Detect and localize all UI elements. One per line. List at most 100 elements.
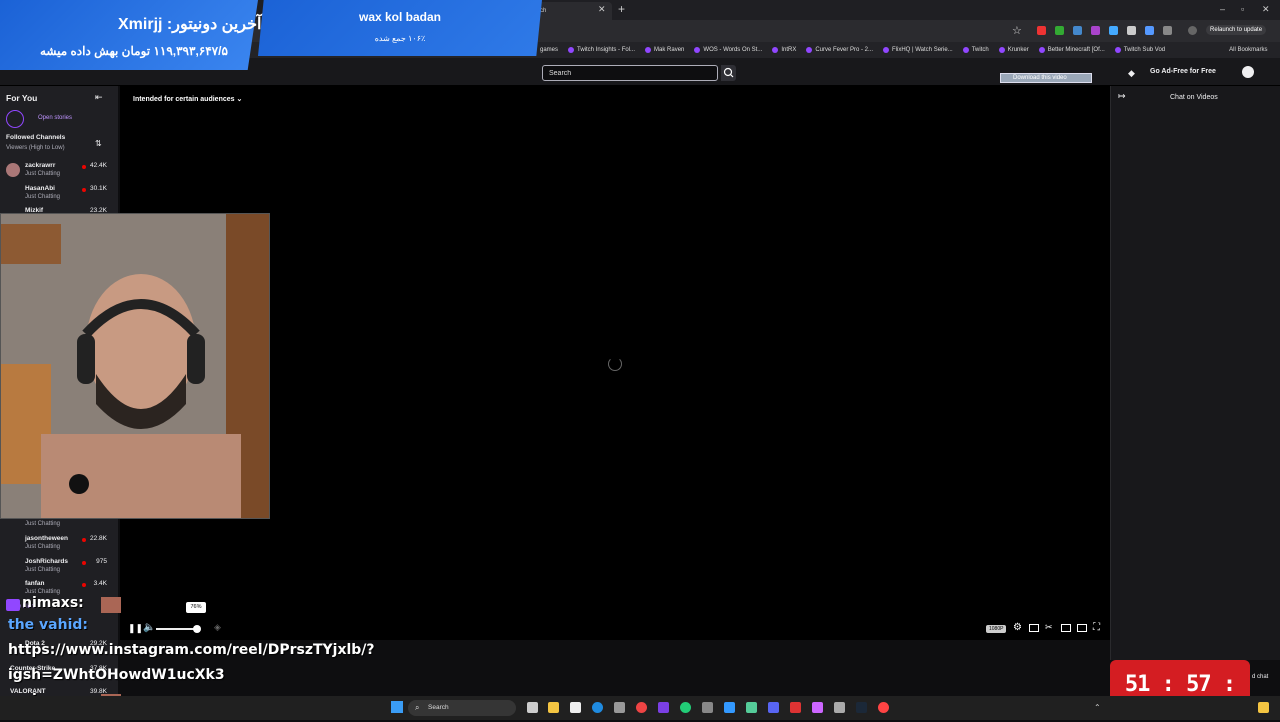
- volume-icon[interactable]: 🔈: [143, 622, 155, 633]
- bookmark[interactable]: IntRX: [772, 47, 796, 53]
- store-icon[interactable]: [570, 702, 581, 713]
- app-icon[interactable]: [790, 702, 801, 713]
- fullscreen-icon[interactable]: ⛶: [1093, 622, 1100, 633]
- extension-icon[interactable]: [1127, 26, 1136, 35]
- collapse-chat-icon[interactable]: ↦: [1118, 91, 1126, 102]
- discord-icon[interactable]: [768, 702, 779, 713]
- channel-name[interactable]: fanfan: [25, 580, 45, 587]
- emote-icon: [101, 597, 121, 613]
- extension-icon[interactable]: [1037, 26, 1046, 35]
- settings-icon[interactable]: [702, 702, 713, 713]
- bookmark[interactable]: games: [540, 47, 558, 53]
- bookmark[interactable]: Twitch: [962, 47, 989, 53]
- avatar[interactable]: [1242, 66, 1254, 78]
- edge-icon[interactable]: [592, 702, 603, 713]
- bookmark[interactable]: Krunker: [998, 47, 1029, 53]
- webcam-feed: [0, 213, 270, 519]
- loading-spinner-icon: [608, 357, 622, 371]
- stories-avatar[interactable]: [6, 110, 24, 128]
- relaunch-button[interactable]: Relaunch to update: [1206, 25, 1267, 35]
- app-icon[interactable]: [614, 702, 625, 713]
- bookmark[interactable]: FlixHQ | Watch Serie...: [883, 47, 953, 53]
- ad-free-button[interactable]: Go Ad-Free for Free: [1150, 68, 1216, 75]
- channel-avatar[interactable]: [6, 163, 20, 177]
- bookmark[interactable]: Twitch Sub Vod: [1114, 47, 1165, 53]
- app-icon[interactable]: [746, 702, 757, 713]
- pause-icon[interactable]: ❚❚: [128, 623, 143, 634]
- volume-slider-handle[interactable]: [193, 625, 202, 633]
- diamond-icon[interactable]: ◆: [1128, 68, 1135, 79]
- channel-name[interactable]: JoshRichards: [25, 558, 68, 565]
- chat-message-text[interactable]: https://www.instagram.com/reel/DPrszTYjx…: [8, 642, 375, 658]
- clip-icon[interactable]: ✂: [1045, 622, 1053, 633]
- minimize-icon[interactable]: –: [1220, 4, 1225, 14]
- viewer-count: 30.1K: [90, 185, 107, 192]
- windows-start-icon[interactable]: [391, 701, 403, 713]
- audience-label[interactable]: Intended for certain audiences ⌄: [133, 95, 242, 103]
- bookmark[interactable]: Twitch Insights - Fol...: [568, 47, 635, 53]
- collapse-sidebar-icon[interactable]: ⇤: [95, 92, 103, 103]
- calculator-icon[interactable]: [834, 702, 845, 713]
- settings-icon[interactable]: ⚙: [1013, 622, 1022, 633]
- channel-game: Just Chatting: [25, 194, 61, 200]
- bookmark[interactable]: Better Minecraft [Of...: [1038, 47, 1105, 53]
- captions-icon[interactable]: [1061, 624, 1071, 632]
- search-input[interactable]: [542, 65, 718, 81]
- all-bookmarks[interactable]: All Bookmarks: [1229, 47, 1267, 53]
- taskbar-search[interactable]: Search: [408, 700, 516, 716]
- chat-username: nimaxs:: [22, 595, 84, 611]
- chat-side-text: d chat: [1252, 674, 1269, 680]
- quality-badge[interactable]: 1080P: [986, 625, 1007, 633]
- goal-overlay: [258, 0, 542, 56]
- chevron-up-icon[interactable]: ⌃: [1094, 703, 1101, 712]
- steam-icon[interactable]: [856, 702, 867, 713]
- new-tab-icon[interactable]: +: [618, 2, 625, 16]
- goal-title: wax kol badan: [358, 10, 442, 24]
- close-tab-icon[interactable]: ✕: [598, 4, 606, 15]
- bookmark[interactable]: Mak Raven: [645, 47, 684, 53]
- chat-title: Chat on Videos: [1170, 94, 1218, 101]
- search-button[interactable]: [721, 65, 736, 81]
- channel-game: Just Chatting: [25, 171, 61, 177]
- viewer-count: 22.8K: [90, 535, 107, 542]
- volume-slider[interactable]: [156, 628, 198, 630]
- channel-name[interactable]: zackrawrr: [25, 162, 55, 169]
- extension-icon[interactable]: [1109, 26, 1118, 35]
- sort-icon[interactable]: ⇅: [95, 139, 102, 148]
- channel-name[interactable]: jasontheween: [25, 535, 68, 542]
- puzzle-icon[interactable]: [1163, 26, 1172, 35]
- channel-game: Just Chatting: [25, 567, 61, 573]
- extension-icon[interactable]: [1145, 26, 1154, 35]
- maximize-icon[interactable]: ▫: [1241, 4, 1244, 14]
- extension-icon[interactable]: [1055, 26, 1064, 35]
- app-icon[interactable]: [812, 702, 823, 713]
- task-view-icon[interactable]: [527, 702, 538, 713]
- close-window-icon[interactable]: ✕: [1262, 4, 1270, 15]
- notification-icon[interactable]: [1258, 702, 1269, 713]
- bookmark[interactable]: WOS - Words On St...: [694, 47, 762, 53]
- bookmark[interactable]: Curve Fever Pro - 2...: [806, 47, 873, 53]
- goal-progress: ۱۰۶٪ جمع شده: [374, 34, 426, 43]
- clip-icon[interactable]: ◈: [214, 622, 221, 633]
- download-video-button[interactable]: Download this video: [1000, 73, 1092, 83]
- open-stories-link[interactable]: Open stories: [38, 115, 72, 121]
- pip-icon[interactable]: [1077, 624, 1087, 632]
- extension-icon[interactable]: [1091, 26, 1100, 35]
- star-icon[interactable]: ☆: [1012, 24, 1022, 37]
- channel-game: Just Chatting: [25, 544, 61, 550]
- app-icon[interactable]: [658, 702, 669, 713]
- followed-header: Followed Channels: [6, 134, 66, 141]
- sort-label: Viewers (High to Low): [6, 145, 65, 151]
- app-icon[interactable]: [878, 702, 889, 713]
- extension-icon[interactable]: [1073, 26, 1082, 35]
- theatre-mode-icon[interactable]: [1029, 624, 1039, 632]
- last-donor-title: آخرین دونیتور: Xmirjj: [118, 16, 262, 33]
- chat-message-text[interactable]: igsh=ZWhtOHowdW1ucXk3: [8, 667, 225, 683]
- app-icon[interactable]: [724, 702, 735, 713]
- chrome-icon[interactable]: [636, 702, 647, 713]
- file-explorer-icon[interactable]: [548, 702, 559, 713]
- chat-message: nimaxs:: [6, 595, 122, 615]
- channel-name[interactable]: HasanAbi: [25, 185, 55, 192]
- app-icon[interactable]: [680, 702, 691, 713]
- profile-icon[interactable]: [1188, 26, 1197, 35]
